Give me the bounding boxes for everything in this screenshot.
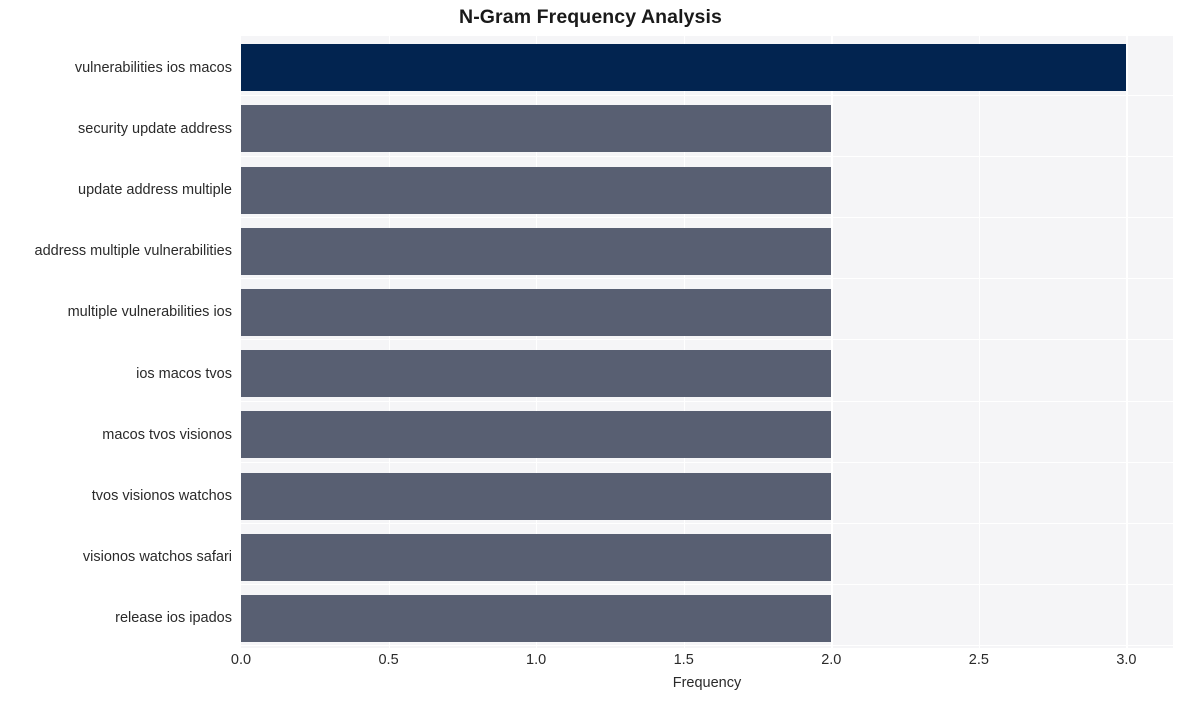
bar [241, 288, 832, 336]
gridline-horizontal [241, 95, 1173, 97]
bar [241, 105, 832, 153]
y-axis-tick-label: ios macos tvos [136, 365, 232, 382]
y-axis-tick-label: tvos visionos watchos [91, 488, 232, 504]
gridline-horizontal [241, 645, 1173, 647]
y-axis-tick-label: address multiple vulnerabilities [34, 243, 232, 260]
gridline-horizontal [241, 462, 1173, 464]
y-axis-tick-label: release ios ipados [115, 610, 232, 627]
x-axis-tick-label: 0.0 [230, 652, 252, 668]
y-axis-tick-label: security update address [78, 120, 232, 137]
x-axis-tick-labels: 0.0 0.5 1.0 1.5 2.0 2.5 3.0 [231, 652, 1173, 674]
gridline-horizontal [241, 278, 1173, 280]
bar [241, 44, 1127, 92]
y-axis-tick-label: macos tvos visionos [102, 426, 232, 443]
gridline-vertical [1126, 36, 1128, 648]
gridline-vertical [831, 36, 833, 648]
gridline-horizontal [241, 339, 1173, 341]
y-axis-tick-labels: vulnerabilities ios macos security update… [0, 36, 232, 648]
x-axis-tick-label: 3.0 [1116, 652, 1137, 668]
y-axis-tick-label: vulnerabilities ios macos [74, 59, 232, 76]
plot-area [241, 36, 1173, 648]
bar [241, 533, 832, 581]
y-axis-tick-label: visionos watchos safari [82, 549, 232, 566]
gridline-vertical [978, 36, 981, 648]
x-axis-title: Frequency [672, 675, 742, 691]
chart-title: N-Gram Frequency Analysis [459, 6, 722, 28]
y-axis-tick-label: multiple vulnerabilities ios [67, 304, 232, 321]
gridline-horizontal [241, 523, 1173, 525]
x-axis-tick-label: 2.5 [968, 652, 989, 668]
bar [241, 227, 832, 275]
x-axis-tick-label: 1.0 [526, 652, 547, 668]
gridline-horizontal [241, 156, 1173, 158]
bar [241, 411, 832, 459]
bar [241, 350, 832, 398]
gridline-horizontal [241, 401, 1173, 403]
bar [241, 594, 832, 642]
x-axis-tick-label: 0.5 [378, 652, 399, 668]
x-axis-tick-label: 1.5 [673, 652, 694, 668]
y-axis-tick-label: update address multiple [78, 182, 232, 198]
bar [241, 166, 832, 214]
chart-figure: N-Gram Frequency Analysis vulnerabilitie… [0, 0, 1181, 701]
bar [241, 472, 832, 520]
gridline-horizontal [241, 584, 1173, 586]
gridline-horizontal [241, 217, 1173, 219]
x-axis-tick-label: 2.0 [821, 652, 842, 668]
